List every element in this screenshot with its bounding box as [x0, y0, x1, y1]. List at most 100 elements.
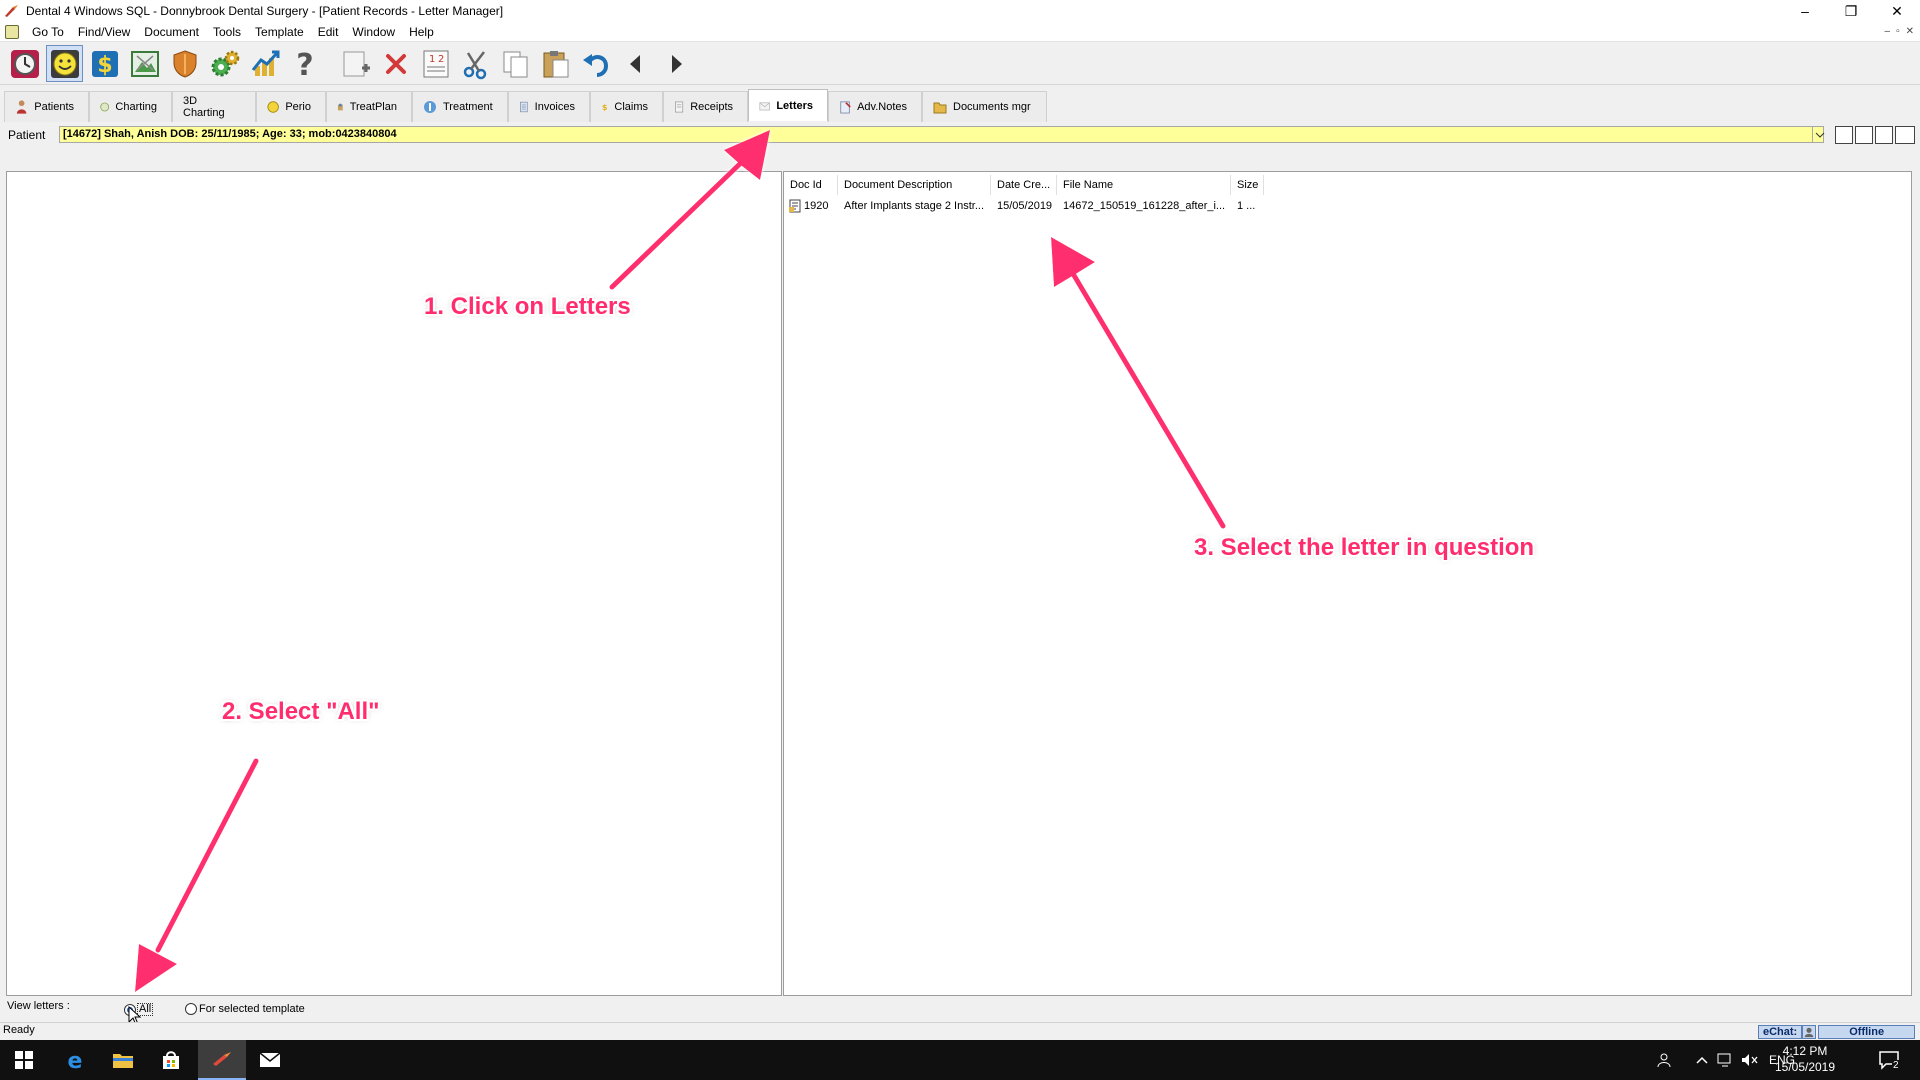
column-header-description[interactable]: Document Description — [838, 175, 991, 195]
letters-grid[interactable]: Doc Id Document Description Date Cre... … — [783, 171, 1912, 996]
tab-adv-notes[interactable]: Adv.Notes — [828, 91, 922, 122]
copy-button[interactable] — [497, 45, 534, 82]
menu-template[interactable]: Template — [248, 22, 311, 42]
start-button[interactable] — [0, 1040, 48, 1080]
patient-selector[interactable]: [14672] Shah, Anish DOB: 25/11/1985; Age… — [59, 126, 1824, 143]
undo-button[interactable] — [577, 45, 614, 82]
tab-letters[interactable]: Letters — [748, 89, 828, 121]
svg-text:$: $ — [602, 103, 608, 112]
maximize-button[interactable]: ❐ — [1828, 0, 1874, 22]
numbering-button[interactable]: 12 — [417, 45, 454, 82]
annotation-step-2: 2. Select "All" — [222, 698, 380, 725]
action-center-button[interactable]: 2 — [1865, 1040, 1913, 1080]
view-letters-label: View letters : — [7, 1000, 70, 1012]
menu-window[interactable]: Window — [345, 22, 402, 42]
menu-document[interactable]: Document — [137, 22, 206, 42]
cell-doc-id: 1920 — [784, 196, 838, 216]
cut-button[interactable] — [457, 45, 494, 82]
taskbar-edge[interactable]: e — [51, 1040, 99, 1080]
delete-button[interactable] — [377, 45, 414, 82]
layout-button-1[interactable] — [1835, 126, 1853, 144]
network-icon[interactable] — [1717, 1053, 1735, 1067]
layout-button-3[interactable] — [1875, 126, 1893, 144]
tab-treatplan[interactable]: TreatPlan — [326, 91, 412, 122]
volume-muted-icon[interactable] — [1741, 1053, 1759, 1067]
tab-claims[interactable]: $ Claims — [590, 91, 663, 122]
gears-icon — [211, 50, 239, 76]
mdi-minimize-button[interactable]: – — [1885, 22, 1891, 42]
accounts-button[interactable]: $ — [86, 45, 123, 82]
reports-button[interactable] — [246, 45, 283, 82]
tab-patients[interactable]: Patients — [4, 91, 89, 122]
tab-receipts[interactable]: Receipts — [663, 91, 748, 122]
layout-button-4[interactable] — [1895, 126, 1915, 144]
menu-help[interactable]: Help — [402, 22, 441, 42]
mdi-document-icon[interactable] — [5, 24, 19, 39]
clock-button[interactable] — [6, 45, 43, 82]
taskbar-mail[interactable] — [246, 1040, 294, 1080]
menu-find-view[interactable]: Find/View — [71, 22, 137, 42]
title-bar: Dental 4 Windows SQL - Donnybrook Dental… — [0, 0, 1920, 22]
taskbar-file-explorer[interactable] — [99, 1040, 147, 1080]
help-button[interactable]: ? — [286, 45, 323, 82]
xray-button[interactable] — [126, 45, 163, 82]
tab-invoices[interactable]: Invoices — [508, 91, 590, 122]
echat-status-value: Offline — [1818, 1025, 1916, 1039]
tab-treatment[interactable]: Treatment — [412, 91, 508, 122]
grid-header: Doc Id Document Description Date Cre... … — [784, 175, 1264, 195]
table-row[interactable]: 1920 After Implants stage 2 Instr... 15/… — [784, 196, 1264, 216]
tab-label: 3D Charting — [183, 95, 225, 119]
menu-go-to[interactable]: Go To — [25, 22, 71, 42]
column-header-date-created[interactable]: Date Cre... — [991, 175, 1057, 195]
menu-tools[interactable]: Tools — [206, 22, 248, 42]
annotation-step-3: 3. Select the letter in question — [1194, 534, 1535, 561]
document-icon — [789, 199, 801, 213]
tab-charting[interactable]: Charting — [89, 91, 172, 122]
tab-label: Receipts — [690, 101, 733, 113]
tab-documents-mgr[interactable]: Documents mgr — [922, 91, 1047, 122]
tab-perio[interactable]: Perio — [256, 91, 326, 122]
echat-status[interactable]: eChat: Offline — [1758, 1025, 1916, 1039]
mdi-restore-button[interactable]: ▫ — [1896, 22, 1900, 42]
close-button[interactable]: ✕ — [1874, 0, 1920, 22]
numbering-icon: 12 — [423, 50, 448, 77]
taskbar-dental4windows[interactable] — [198, 1040, 246, 1080]
forward-button[interactable] — [657, 45, 694, 82]
letter-templates-pane[interactable] — [6, 171, 782, 996]
add-button[interactable] — [337, 45, 374, 82]
paste-button[interactable] — [537, 45, 574, 82]
chevron-up-icon[interactable] — [1695, 1055, 1709, 1065]
minimize-button[interactable]: – — [1782, 0, 1828, 22]
view-letters-bar: View letters : All For selected template — [0, 998, 1920, 1026]
mdi-controls: – ▫ ✕ — [1885, 22, 1915, 42]
receipt-icon — [675, 101, 684, 113]
user-icon — [1802, 1025, 1817, 1039]
annotation-step-1: 1. Click on Letters — [424, 293, 631, 320]
radio-template-indicator[interactable] — [185, 1003, 197, 1015]
treatment-icon — [424, 101, 436, 113]
column-header-size[interactable]: Size — [1231, 175, 1264, 195]
column-header-doc-id[interactable]: Doc Id — [784, 175, 838, 195]
person-icon — [16, 100, 27, 114]
menu-edit[interactable]: Edit — [311, 22, 346, 42]
people-icon[interactable] — [1655, 1052, 1673, 1068]
taskbar-clock[interactable]: 4:12 PM 15/05/2019 — [1770, 1043, 1840, 1075]
patient-dropdown-button[interactable] — [1812, 127, 1826, 142]
tab-3d-charting[interactable]: 3D Charting — [172, 91, 256, 122]
app-window: { "window": { "title": "Dental 4 Windows… — [0, 0, 1920, 1080]
patient-records-button[interactable] — [46, 45, 83, 82]
window-title: Dental 4 Windows SQL - Donnybrook Dental… — [26, 4, 504, 18]
taskbar-store[interactable] — [147, 1040, 195, 1080]
settings-button[interactable] — [206, 45, 243, 82]
store-bag-icon — [163, 1051, 179, 1069]
tab-label: Claims — [614, 101, 648, 113]
insurance-button[interactable] — [166, 45, 203, 82]
radio-for-selected-template[interactable]: For selected template — [185, 1003, 305, 1015]
paste-icon — [543, 50, 568, 77]
mdi-close-button[interactable]: ✕ — [1906, 22, 1914, 42]
help-icon: ? — [296, 48, 313, 80]
layout-button-2[interactable] — [1855, 126, 1873, 144]
patient-bar: Patient [14672] Shah, Anish DOB: 25/11/1… — [0, 125, 1920, 145]
column-header-file-name[interactable]: File Name — [1057, 175, 1231, 195]
back-button[interactable] — [617, 45, 654, 82]
